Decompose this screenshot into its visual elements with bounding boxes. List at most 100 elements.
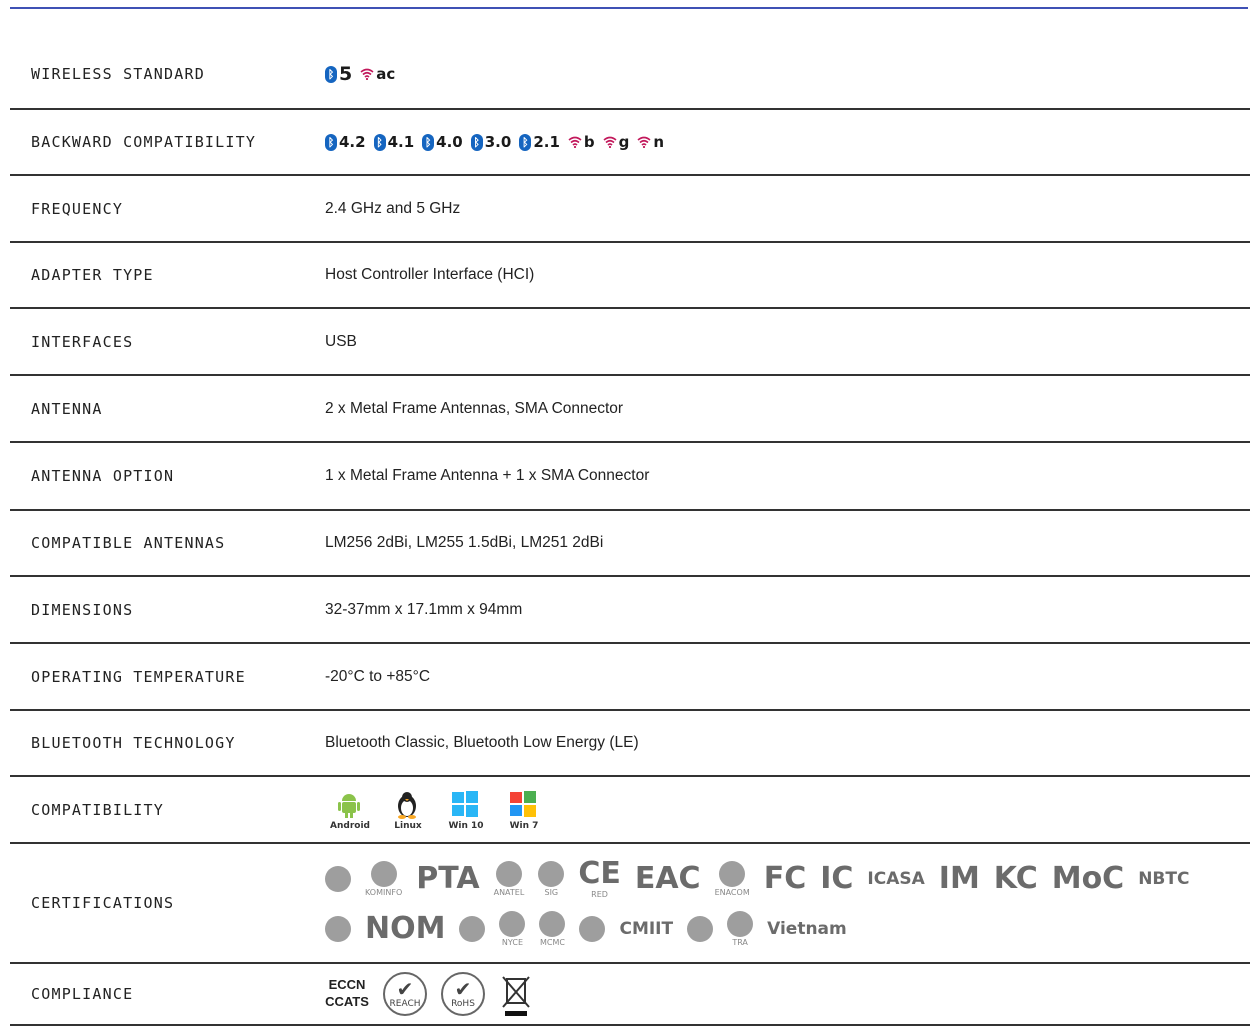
spec-row: COMPATIBLE ANTENNAS LM256 2dBi, LM255 1.5…	[10, 511, 1250, 577]
spec-value: LM256 2dBi, LM255 1.5dBi, LM251 2dBi	[325, 534, 604, 551]
badge-text: 3.0	[484, 133, 512, 151]
cert-subtext: RED	[591, 890, 608, 899]
cert-text: CE	[578, 856, 621, 891]
bluetooth-icon: ᛒ	[470, 133, 483, 151]
cert-subtext: KOMINFO	[365, 888, 403, 897]
os-name: Win 7	[509, 820, 539, 831]
cert-text: Vietnam	[767, 918, 847, 939]
cert-logo-row: KOMINFO PTA ANATEL SIG CE RED EAC ENACOM FC IC ICA…	[325, 859, 1189, 899]
spec-value: -20°C to +85°C	[325, 667, 431, 685]
cert-logo-row: NOM NYCE MCMC CMIIT TRA Vietnam	[325, 911, 1189, 947]
badge-text: 5	[339, 63, 353, 85]
bluetooth-icon: ᛒ	[325, 133, 337, 151]
eac-icon: EAC	[635, 864, 701, 894]
compliance-seal: ✔ REACH	[383, 972, 427, 1016]
badge-text: 2.1	[533, 133, 560, 151]
cert-subtext: ANATEL	[493, 888, 525, 897]
badge-text: g	[618, 133, 630, 151]
certification-logos: KOMINFO PTA ANATEL SIG CE RED EAC ENACOM FC IC ICA…	[325, 859, 1189, 947]
cert-text: NBTC	[1138, 868, 1190, 889]
os-name: Linux	[394, 820, 422, 831]
spec-value: 32-37mm x 17.1mm x 94mm	[325, 600, 523, 618]
cert-subtext: TRA	[732, 938, 748, 947]
spec-label: FREQUENCY	[31, 199, 124, 218]
spec-value: Bluetooth Classic, Bluetooth Low Energy …	[325, 734, 639, 751]
bluetooth-version-badge: ᛒ 3.0	[470, 133, 512, 151]
bluetooth-icon: ᛒ	[373, 133, 386, 151]
wifi-icon	[637, 136, 651, 148]
badge-text: 4.0	[436, 133, 463, 151]
spec-label: BLUETOOTH TECHNOLOGY	[31, 734, 236, 752]
wifi-icon	[568, 136, 582, 148]
wifi-standard-badge: ac	[360, 65, 395, 83]
spec-row: BLUETOOTH TECHNOLOGY Bluetooth Classic, B…	[10, 711, 1250, 777]
cert-text	[459, 916, 486, 942]
cert-text	[495, 861, 522, 887]
spec-row: INTERFACES USB	[10, 309, 1250, 376]
spec-row: FREQUENCY 2.4 GHz and 5 GHz	[10, 176, 1250, 243]
bluetooth-version-badge: ᛒ 4.1	[373, 133, 415, 151]
cert-text	[370, 861, 397, 887]
badge-text: b	[583, 133, 595, 151]
windows-10-icon	[450, 789, 482, 819]
os-item: Win 10	[441, 789, 491, 831]
cert-text	[538, 861, 565, 887]
moc-icon: MoC	[1052, 864, 1124, 894]
seal-icon	[459, 916, 486, 942]
cert-text: ICASA	[867, 868, 925, 889]
cert-text: IC	[820, 861, 854, 896]
cert-text: NOM	[365, 911, 446, 946]
compliance-text: REACH	[389, 999, 421, 1009]
spec-row: DIMENSIONS 32-37mm x 17.1mm x 94mm	[10, 577, 1250, 644]
pta-icon: PTA	[416, 864, 479, 894]
os-item: Android	[325, 789, 375, 831]
kominfo-icon: KOMINFO	[365, 861, 402, 897]
spec-label: INTERFACES	[31, 332, 134, 351]
spec-label: COMPATIBLE ANTENNAS	[31, 534, 226, 552]
cert-text: EAC	[634, 861, 701, 896]
nbtc-icon: NBTC	[1138, 868, 1190, 889]
bluetooth-version-badge: ᛒ 4.2	[325, 133, 366, 151]
spec-label: DIMENSIONS	[31, 600, 134, 619]
cert-text	[325, 866, 351, 892]
spec-row: COMPATIBILITY Android Linux Win 10 Win 7	[10, 777, 1250, 844]
spec-value: 2 x Metal Frame Antennas, SMA Connector	[325, 399, 624, 417]
imda-icon: IM	[939, 864, 980, 894]
cert-text	[687, 916, 714, 942]
bluetooth-version-badge: ᛒ 4.0	[422, 133, 463, 151]
nom-icon: NOM	[365, 914, 445, 944]
ic-icon: IC	[820, 864, 853, 894]
wifi-icon	[360, 68, 374, 80]
cert-text	[727, 911, 754, 937]
spec-label: ANTENNA OPTION	[31, 467, 175, 485]
os-name: Android	[330, 820, 370, 831]
spec-value: ᛒ 4.2 ᛒ 4.1 ᛒ 4.0 ᛒ 3.0 ᛒ 2.1 b g n	[325, 133, 1250, 151]
cert-text: CMIIT	[619, 918, 674, 939]
weee-bin-icon	[499, 971, 533, 1017]
reach-check-icon: ✔ REACH	[383, 972, 427, 1016]
cmiit-icon: CMIIT	[619, 918, 674, 939]
os-item: Linux	[383, 789, 433, 831]
spec-label: COMPATIBILITY	[31, 800, 164, 819]
spec-label: COMPLIANCE	[31, 985, 134, 1003]
nyce-icon: NYCE	[499, 911, 526, 947]
wifi-standard-badge: n	[637, 133, 664, 151]
spec-row: WIRELESS STANDARD ᛒ 5 ac	[10, 40, 1250, 110]
badge-text: 4.1	[387, 133, 415, 151]
spec-row: ANTENNA 2 x Metal Frame Antennas, SMA Con…	[10, 376, 1250, 443]
android-icon	[334, 789, 366, 819]
rohs-check-icon: ✔ RoHS	[441, 972, 485, 1016]
bluetooth-icon: ᛒ	[325, 65, 337, 83]
cert-text: KC	[993, 861, 1038, 896]
spec-row: CERTIFICATIONS KOMINFO PTA ANATEL SIG CE RED EA…	[10, 844, 1250, 964]
japan-telec-icon	[687, 916, 714, 942]
spec-value: KOMINFO PTA ANATEL SIG CE RED EAC ENACOM FC IC ICA…	[325, 859, 1250, 947]
tra-icon: TRA	[727, 911, 754, 947]
mcmc-icon: MCMC	[539, 911, 566, 947]
spec-value: Android Linux Win 10 Win 7	[325, 789, 1250, 831]
wifi-standard-badge: b	[568, 133, 595, 151]
spec-label: ANTENNA	[31, 399, 103, 418]
cert-text	[539, 911, 566, 937]
cert-text	[719, 861, 746, 887]
spec-row: ADAPTER TYPE Host Controller Interface (H…	[10, 243, 1250, 309]
